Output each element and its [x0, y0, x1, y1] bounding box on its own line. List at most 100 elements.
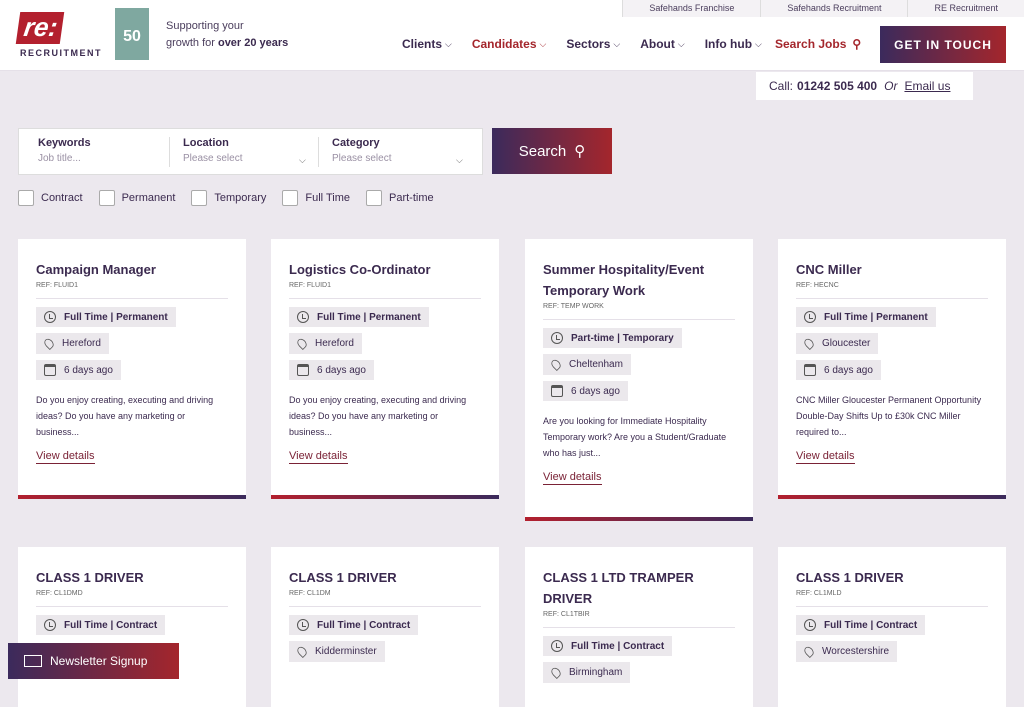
job-type-tag: Full Time | Permanent: [289, 307, 429, 327]
job-ref: REF: CL1DMD: [36, 590, 228, 607]
search-button-label: Search: [518, 142, 567, 160]
job-search-filter: Keywords Job title... Location Please se…: [18, 128, 483, 175]
checkbox-label: Permanent: [121, 192, 176, 204]
job-title[interactable]: Logistics Co-Ordinator: [289, 259, 481, 280]
clock-icon: [44, 311, 56, 323]
search-jobs-link[interactable]: Search Jobs ⚲: [775, 37, 861, 51]
calendar-icon: [297, 364, 309, 376]
topbar-link-safehands-franchise[interactable]: Safehands Franchise: [622, 0, 760, 17]
card-accent-bar: [18, 495, 246, 499]
checkbox-contract[interactable]: Contract: [18, 190, 83, 206]
checkbox-part-time[interactable]: Part-time: [365, 190, 434, 206]
job-description: Are you looking for Immediate Hospitalit…: [543, 416, 727, 458]
logo-mark-text: re:: [22, 12, 60, 42]
view-details-link[interactable]: View details: [289, 450, 348, 464]
job-title[interactable]: CLASS 1 DRIVER: [289, 567, 481, 588]
job-card: Campaign Manager REF: FLUID1 Full Time |…: [18, 239, 246, 499]
checkbox-permanent[interactable]: Permanent: [98, 190, 176, 206]
topbar-link-re-recruitment[interactable]: RE Recruitment: [907, 0, 1024, 17]
job-location-text: Worcestershire: [822, 646, 890, 657]
keywords-input[interactable]: Job title...: [38, 153, 168, 164]
job-tags: Full Time | Permanent Hereford 6 days ag…: [289, 299, 481, 380]
location-pin-icon: [549, 665, 563, 680]
checkbox-box[interactable]: [191, 190, 208, 206]
location-pin-icon: [295, 644, 309, 659]
job-title[interactable]: CLASS 1 DRIVER: [796, 567, 988, 588]
category-select[interactable]: Category Please select ⌵: [332, 137, 472, 165]
calendar-icon: [44, 364, 56, 376]
job-ref: REF: FLUID1: [36, 282, 228, 299]
chevron-down-icon: ⌵: [445, 38, 452, 49]
location-pin-icon: [42, 336, 56, 351]
tagline-line1: Supporting your: [166, 20, 244, 32]
job-tags: Full Time | Contract Worcestershire: [796, 607, 988, 662]
tagline-line2-bold: over 20 years: [217, 37, 289, 49]
job-description: Do you enjoy creating, executing and dri…: [289, 395, 467, 437]
job-ref: REF: TEMP WORK: [543, 303, 735, 320]
email-us-link[interactable]: Email us: [904, 79, 950, 93]
location-select[interactable]: Location Please select ⌵: [183, 137, 311, 165]
nav-item-label: Clients: [402, 37, 443, 51]
calendar-icon: [804, 364, 816, 376]
job-description: Do you enjoy creating, executing and dri…: [36, 395, 214, 437]
job-posted-tag: 6 days ago: [289, 360, 374, 380]
get-in-touch-button[interactable]: GET IN TOUCH: [880, 26, 1006, 63]
checkbox-label: Temporary: [214, 192, 267, 204]
phone-number[interactable]: 01242 505 400: [797, 79, 877, 93]
top-utility-bar: Safehands Franchise Safehands Recruitmen…: [622, 0, 1024, 17]
nav-item-candidates[interactable]: Candidates ⌵: [472, 37, 547, 51]
job-title[interactable]: Campaign Manager: [36, 259, 228, 280]
logo-wordmark: RECRUITMENT: [20, 48, 102, 58]
view-details-link[interactable]: View details: [796, 450, 855, 464]
nav-item-label: Info hub: [704, 37, 753, 51]
checkbox-label: Contract: [41, 192, 83, 204]
job-ref: REF: FLUID1: [289, 282, 481, 299]
nav-item-sectors[interactable]: Sectors ⌵: [566, 37, 620, 51]
checkbox-box[interactable]: [282, 190, 299, 206]
job-title[interactable]: CNC Miller: [796, 259, 988, 280]
nav-item-label: Sectors: [566, 37, 611, 51]
checkbox-temporary[interactable]: Temporary: [191, 190, 266, 206]
nav-item-about[interactable]: About ⌵: [640, 37, 684, 51]
checkbox-box[interactable]: [98, 190, 115, 206]
checkbox-box[interactable]: [18, 190, 34, 206]
location-pin-icon: [549, 357, 563, 372]
keywords-field[interactable]: Keywords Job title...: [38, 137, 168, 164]
job-posted-tag: 6 days ago: [543, 381, 628, 401]
newsletter-signup-button[interactable]: Newsletter Signup: [8, 643, 179, 679]
clock-icon: [297, 311, 309, 323]
job-posted-text: 6 days ago: [824, 364, 873, 376]
location-pin-icon: [802, 336, 816, 351]
nav-item-info-hub[interactable]: Info hub ⌵: [705, 37, 762, 51]
checkbox-box[interactable]: [365, 190, 382, 206]
search-button[interactable]: Search ⚲: [492, 128, 612, 174]
clock-icon: [297, 619, 309, 631]
topbar-link-safehands-recruitment[interactable]: Safehands Recruitment: [760, 0, 907, 17]
job-title[interactable]: Summer Hospitality/Event Temporary Work: [543, 259, 735, 301]
job-type-tag: Full Time | Contract: [543, 636, 673, 656]
job-location-text: Kidderminster: [315, 646, 377, 657]
chevron-down-icon: ⌵: [613, 38, 621, 49]
view-details-link[interactable]: View details: [36, 450, 95, 464]
clock-icon: [804, 311, 816, 323]
job-title[interactable]: CLASS 1 DRIVER: [36, 567, 228, 588]
location-label: Location: [183, 137, 229, 149]
calendar-icon: [551, 385, 563, 397]
chevron-down-icon: ⌵: [539, 38, 547, 49]
chevron-down-icon: ⌵: [755, 38, 762, 49]
checkbox-full-time[interactable]: Full Time: [282, 190, 350, 206]
location-value: Please select: [183, 153, 243, 164]
nav-item-clients[interactable]: Clients ⌵: [402, 37, 452, 51]
job-type-text: Full Time | Contract: [571, 640, 665, 652]
logo[interactable]: re: RECRUITMENT: [15, 12, 102, 58]
job-title[interactable]: CLASS 1 LTD TRAMPER DRIVER: [543, 567, 735, 609]
job-posted-tag: 6 days ago: [796, 360, 881, 380]
call-prefix: Call:: [769, 79, 794, 93]
job-ref: REF: CL1DM: [289, 590, 481, 607]
location-pin-icon: [295, 336, 309, 351]
logo-mark: re:: [15, 12, 65, 44]
view-details-link[interactable]: View details: [543, 471, 602, 485]
main-nav: Clients ⌵ Candidates ⌵ Sectors ⌵ About ⌵ Inf…: [402, 37, 762, 51]
job-tags: Full Time | Permanent Hereford 6 days ag…: [36, 299, 228, 380]
keywords-label: Keywords: [38, 137, 91, 149]
